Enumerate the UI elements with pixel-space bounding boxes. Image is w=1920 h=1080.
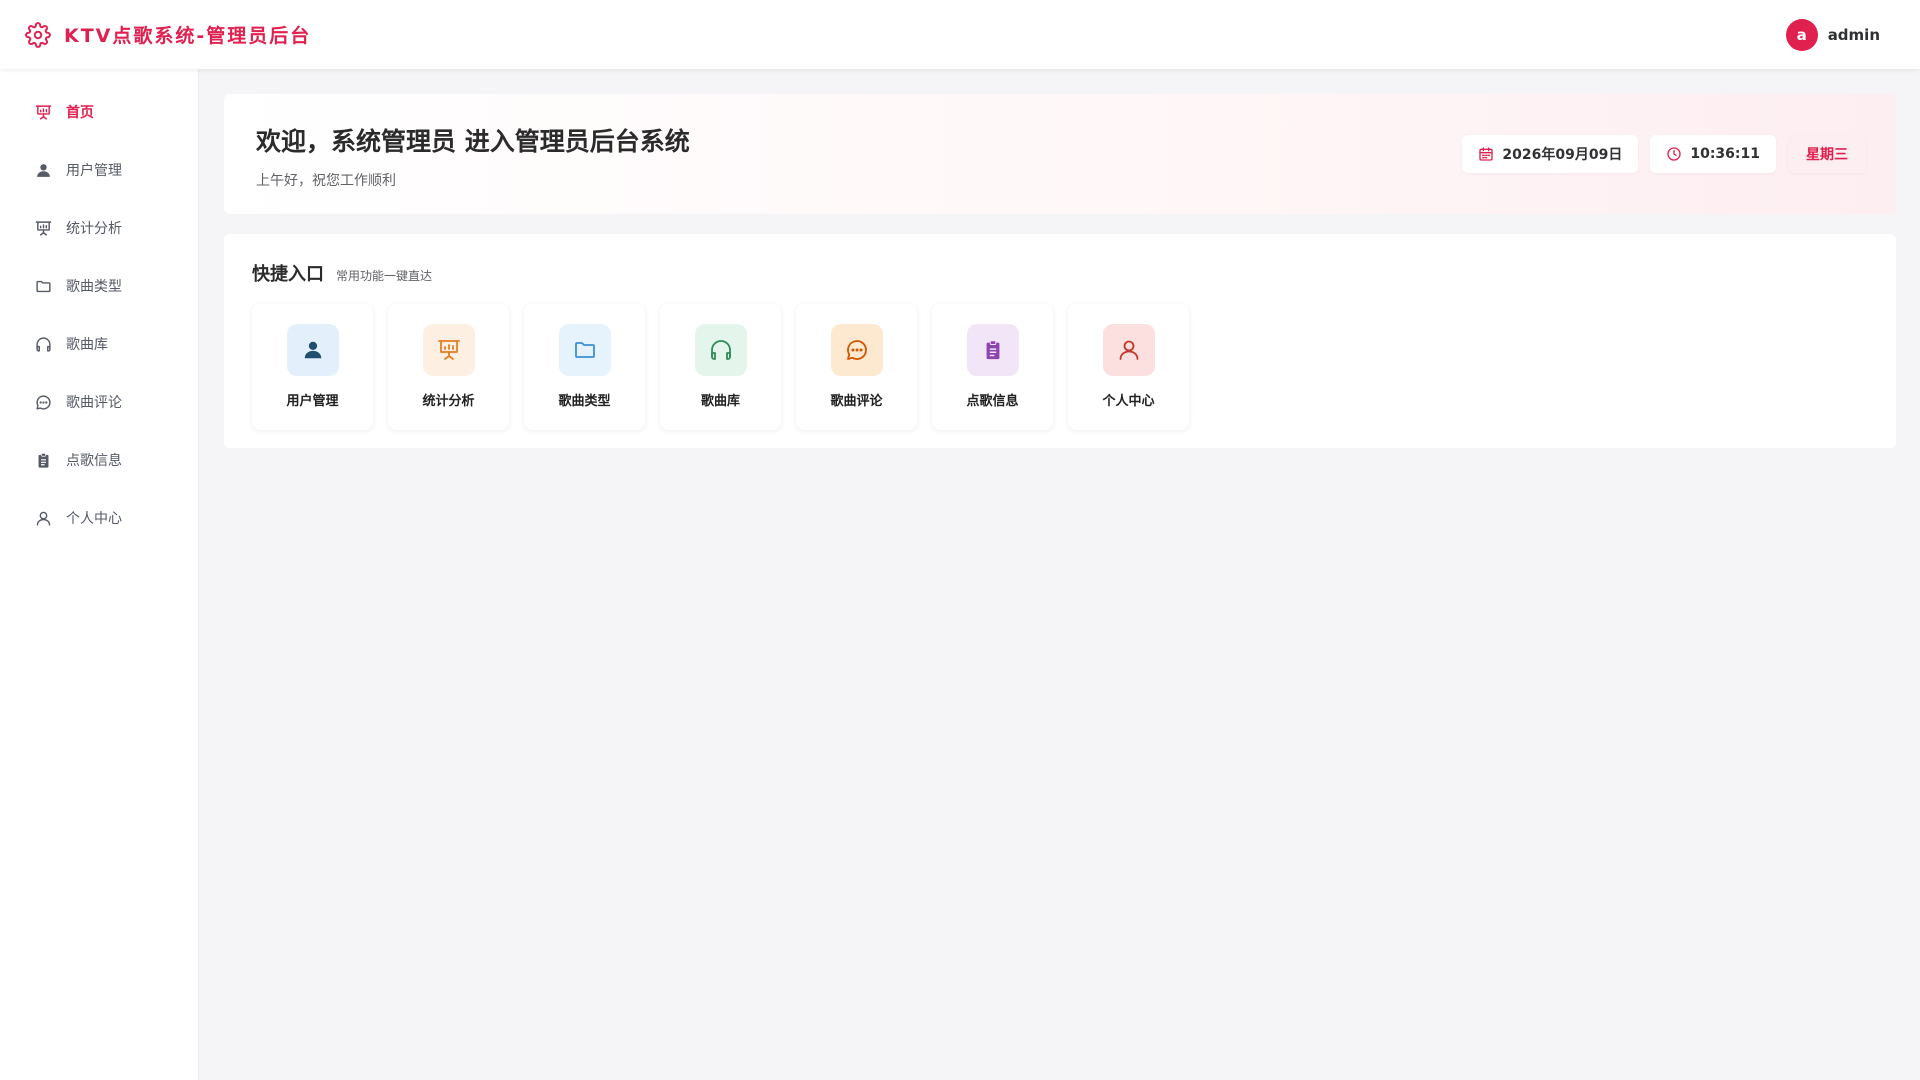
- folder-icon: [558, 324, 611, 376]
- quick-access-title: 快捷入口: [252, 264, 324, 285]
- main-content: 欢迎，系统管理员 进入管理员后台系统 上午好，祝您工作顺利 2026年09月09…: [224, 94, 1896, 448]
- sidebar-item-label: 个人中心: [66, 511, 122, 527]
- sidebar-item-label: 歌曲库: [66, 337, 108, 353]
- brand: KTV点歌系统-管理员后台: [24, 21, 311, 49]
- user-menu[interactable]: a admin: [1785, 18, 1880, 51]
- sidebar-item-song-comments[interactable]: 歌曲评论: [0, 373, 198, 431]
- headphones-icon: [34, 335, 52, 353]
- clipboard-icon: [34, 451, 52, 469]
- sidebar-item-song-types[interactable]: 歌曲类型: [0, 257, 198, 315]
- presentation-icon: [34, 219, 52, 237]
- sidebar-item-statistics[interactable]: 统计分析: [0, 199, 198, 257]
- welcome-banner: 欢迎，系统管理员 进入管理员后台系统 上午好，祝您工作顺利 2026年09月09…: [224, 94, 1896, 214]
- quick-card-label: 统计分析: [422, 394, 475, 409]
- quick-card-song-library[interactable]: 歌曲库: [660, 304, 781, 430]
- sidebar-item-home[interactable]: 首页: [0, 83, 198, 141]
- quick-card-profile[interactable]: 个人中心: [1068, 304, 1189, 430]
- quick-card-label: 个人中心: [1102, 394, 1155, 409]
- sidebar-item-song-library[interactable]: 歌曲库: [0, 315, 198, 373]
- calendar-icon: [1478, 146, 1494, 162]
- sidebar-item-profile[interactable]: 个人中心: [0, 489, 198, 547]
- user-outline-icon: [1102, 324, 1155, 376]
- user-outline-icon: [34, 509, 52, 527]
- sidebar-item-label: 歌曲类型: [66, 279, 122, 295]
- quick-card-label: 点歌信息: [966, 394, 1019, 409]
- sidebar-item-label: 点歌信息: [66, 453, 122, 469]
- presentation-icon: [34, 103, 52, 121]
- quick-access-panel: 快捷入口 常用功能一键直达 用户管理 统计分析 歌曲类型 歌曲库 歌曲评论 点歌…: [224, 234, 1896, 448]
- username[interactable]: admin: [1828, 26, 1880, 44]
- datetime-group: 2026年09月09日 10:36:11 星期三: [1462, 135, 1866, 173]
- quick-card-users[interactable]: 用户管理: [252, 304, 373, 430]
- sidebar-item-users[interactable]: 用户管理: [0, 141, 198, 199]
- quick-access-subtitle: 常用功能一键直达: [336, 269, 433, 283]
- quick-card-label: 歌曲评论: [830, 394, 883, 409]
- sidebar-item-label: 统计分析: [66, 221, 122, 237]
- comment-icon: [34, 393, 52, 411]
- quick-card-song-types[interactable]: 歌曲类型: [524, 304, 645, 430]
- quick-card-song-comments[interactable]: 歌曲评论: [796, 304, 917, 430]
- date-pill: 2026年09月09日: [1462, 135, 1639, 173]
- date-text: 2026年09月09日: [1502, 147, 1623, 163]
- app-title: KTV点歌系统-管理员后台: [64, 25, 312, 47]
- headphones-icon: [694, 324, 747, 376]
- gear-icon: [24, 21, 52, 49]
- quick-card-label: 用户管理: [286, 394, 339, 409]
- presentation-icon: [422, 324, 475, 376]
- top-header: KTV点歌系统-管理员后台 a admin: [0, 0, 1920, 69]
- quick-card-label: 歌曲库: [700, 394, 740, 409]
- clock-icon: [1666, 146, 1682, 162]
- user-icon: [286, 324, 339, 376]
- user-icon: [34, 161, 52, 179]
- sidebar-item-label: 首页: [66, 105, 94, 121]
- quick-card-label: 歌曲类型: [558, 394, 611, 409]
- welcome-subtitle: 上午好，祝您工作顺利: [256, 173, 396, 189]
- folder-icon: [34, 277, 52, 295]
- avatar[interactable]: a: [1785, 18, 1818, 51]
- quick-access-cards: 用户管理 统计分析 歌曲类型 歌曲库 歌曲评论 点歌信息 个人中心: [252, 304, 1868, 430]
- comment-icon: [830, 324, 883, 376]
- weekday-badge: 星期三: [1788, 135, 1866, 173]
- quick-card-song-requests[interactable]: 点歌信息: [932, 304, 1053, 430]
- sidebar-item-label: 用户管理: [66, 163, 122, 179]
- sidebar: 首页 用户管理 统计分析 歌曲类型 歌曲库 歌曲评论 点歌信息 个人中心: [0, 69, 199, 1080]
- time-pill: 10:36:11: [1650, 135, 1776, 173]
- sidebar-item-song-requests[interactable]: 点歌信息: [0, 431, 198, 489]
- time-text: 10:36:11: [1690, 146, 1760, 162]
- quick-card-statistics[interactable]: 统计分析: [388, 304, 509, 430]
- sidebar-item-label: 歌曲评论: [66, 395, 122, 411]
- clipboard-icon: [966, 324, 1019, 376]
